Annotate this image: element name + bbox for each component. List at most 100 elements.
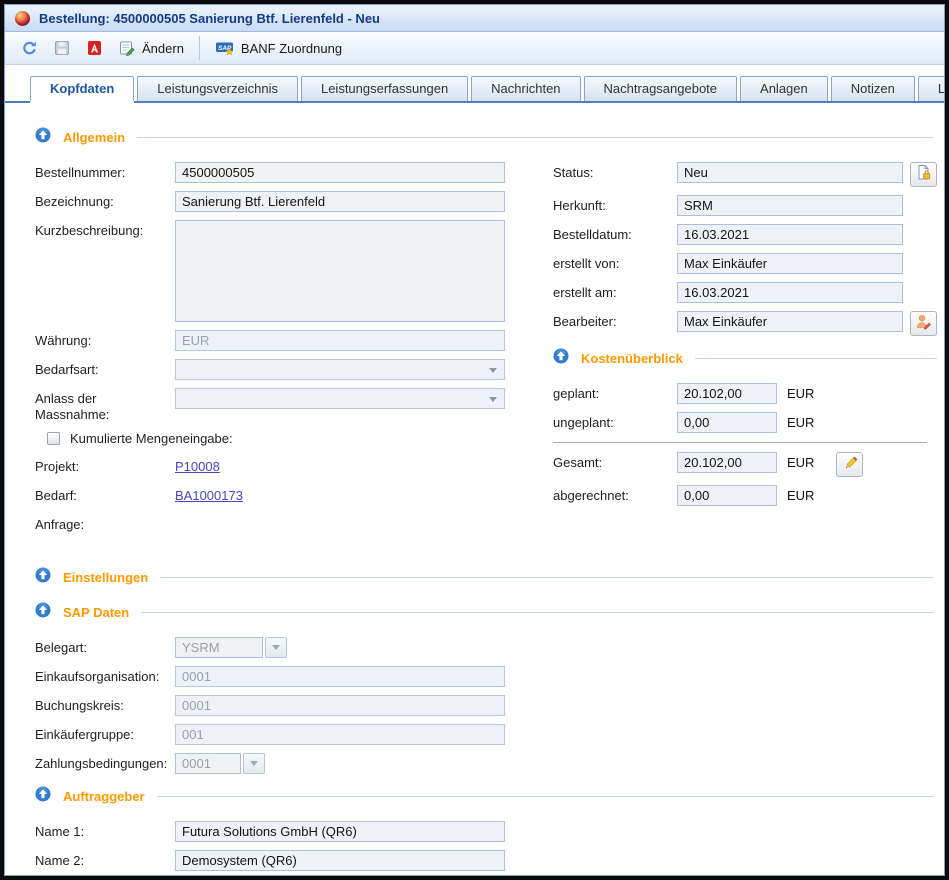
refresh-icon (21, 40, 38, 57)
aendern-button[interactable]: Ändern (111, 36, 192, 60)
field-row: Name 2: Demosystem (QR6) (35, 850, 934, 871)
chevron-down-icon[interactable] (243, 753, 265, 774)
tab-anlagen[interactable]: Anlagen (740, 76, 828, 101)
buchungskreis-select[interactable]: 0001 (175, 695, 505, 716)
field-row: abgerechnet: 0,00 EUR (553, 485, 937, 506)
ungeplant-label: ungeplant: (553, 412, 677, 431)
bestellnummer-label: Bestellnummer: (35, 162, 175, 181)
chevron-down-icon[interactable] (265, 637, 287, 658)
toolbar: Ändern SAP BANF Zuordnung (5, 32, 944, 65)
bedarf-link[interactable]: BA1000173 (175, 485, 243, 506)
section-header-kosten: Kostenüberblick (553, 348, 937, 369)
field-row: Status: Neu (553, 162, 937, 187)
field-row: Bearbeiter: Max Einkäufer (553, 311, 937, 336)
gesamt-currency: EUR (787, 452, 814, 473)
field-row: Bedarf: BA1000173 (35, 485, 553, 506)
field-row: Gesamt: 20.102,00 EUR (553, 452, 937, 477)
anlass-select[interactable] (175, 388, 505, 409)
projekt-label: Projekt: (35, 456, 175, 475)
bezeichnung-label: Bezeichnung: (35, 191, 175, 210)
tab-log[interactable]: Log (918, 76, 945, 101)
field-row: Herkunft: SRM (553, 195, 937, 216)
tab-nachrichten[interactable]: Nachrichten (471, 76, 580, 101)
field-row: Währung: EUR (35, 330, 553, 351)
section-collapse-icon[interactable] (35, 127, 51, 148)
title-bar: Bestellung: 4500000505 Sanierung Btf. Li… (5, 5, 944, 32)
kurzbeschreibung-field[interactable] (175, 220, 505, 322)
erstellt-am-label: erstellt am: (553, 282, 677, 301)
status-label: Status: (553, 162, 677, 181)
bestelldatum-field: 16.03.2021 (677, 224, 903, 245)
einkaufsorganisation-select[interactable]: 0001 (175, 666, 505, 687)
tab-leistungsverzeichnis[interactable]: Leistungsverzeichnis (137, 76, 298, 101)
field-row: erstellt von: Max Einkäufer (553, 253, 937, 274)
aendern-label: Ändern (142, 41, 184, 56)
save-icon (54, 40, 70, 56)
section-rule (695, 358, 937, 359)
field-row: Bedarfsart: (35, 359, 553, 380)
erstellt-von-field: Max Einkäufer (677, 253, 903, 274)
field-row: Projekt: P10008 (35, 456, 553, 477)
pencil-icon (842, 454, 858, 475)
banf-zuordnung-label: BANF Zuordnung (241, 41, 342, 56)
edit-note-icon (119, 40, 136, 56)
geplant-label: geplant: (553, 383, 677, 402)
field-row: Anfrage: (35, 514, 553, 533)
field-row: Buchungskreis: 0001 (35, 695, 934, 716)
erstellt-von-label: erstellt von: (553, 253, 677, 272)
chevron-down-icon (489, 397, 497, 402)
name1-field[interactable]: Futura Solutions GmbH (QR6) (175, 821, 505, 842)
tab-kopfdaten[interactable]: Kopfdaten (30, 76, 134, 101)
toolbar-separator (199, 36, 200, 60)
projekt-link[interactable]: P10008 (175, 456, 220, 477)
section-title-einstellungen: Einstellungen (63, 570, 148, 585)
field-row: Kurzbeschreibung: (35, 220, 553, 322)
gesamt-field: 20.102,00 (677, 452, 777, 473)
abgerechnet-currency: EUR (787, 485, 814, 506)
section-collapse-icon[interactable] (35, 786, 51, 807)
tab-notizen[interactable]: Notizen (831, 76, 915, 101)
window-title: Bestellung: 4500000505 Sanierung Btf. Li… (39, 11, 380, 26)
bestellnummer-field[interactable]: 4500000505 (175, 162, 505, 183)
buchungskreis-label: Buchungskreis: (35, 695, 175, 714)
kumulierte-checkbox[interactable] (47, 432, 60, 445)
banf-zuordnung-button[interactable]: SAP BANF Zuordnung (207, 36, 350, 60)
pdf-icon (86, 40, 103, 56)
geplant-currency: EUR (787, 383, 814, 404)
section-collapse-icon[interactable] (35, 567, 51, 588)
app-icon (15, 11, 30, 26)
save-button[interactable] (46, 36, 78, 60)
einkaufsorganisation-label: Einkaufsorganisation: (35, 666, 175, 685)
field-row: Einkaufsorganisation: 0001 (35, 666, 934, 687)
section-collapse-icon[interactable] (35, 602, 51, 623)
zahlungsbedingungen-label: Zahlungsbedingungen: (35, 753, 175, 772)
anlass-label: Anlass der Massnahme: (35, 388, 175, 423)
belegart-field[interactable]: YSRM (175, 637, 263, 658)
sap-icon: SAP (215, 40, 235, 56)
einkaeufergruppe-select[interactable]: 001 (175, 724, 505, 745)
edit-gesamt-button[interactable] (836, 452, 863, 477)
tab-nachtragsangebote[interactable]: Nachtragsangebote (584, 76, 737, 101)
bezeichnung-field[interactable]: Sanierung Btf. Lierenfeld (175, 191, 505, 212)
name2-field[interactable]: Demosystem (QR6) (175, 850, 505, 871)
pdf-button[interactable] (78, 36, 111, 60)
section-title-kosten: Kostenüberblick (581, 351, 683, 366)
zahlungsbedingungen-combo[interactable]: 0001 (175, 753, 265, 774)
allgemein-left-column: Bestellnummer: 4500000505 Bezeichnung: S… (35, 162, 553, 541)
section-header-sap-daten: SAP Daten (35, 602, 934, 623)
field-row: Name 1: Futura Solutions GmbH (QR6) (35, 821, 934, 842)
bedarfsart-select[interactable] (175, 359, 505, 380)
tab-leistungserfassungen[interactable]: Leistungserfassungen (301, 76, 468, 101)
change-bearbeiter-button[interactable] (910, 311, 937, 336)
belegart-label: Belegart: (35, 637, 175, 656)
name1-label: Name 1: (35, 821, 175, 840)
waehrung-select[interactable]: EUR (175, 330, 505, 351)
refresh-button[interactable] (13, 36, 46, 61)
field-row: Bezeichnung: Sanierung Btf. Lierenfeld (35, 191, 553, 212)
ungeplant-currency: EUR (787, 412, 814, 433)
status-history-button[interactable] (910, 162, 937, 187)
zahlungsbedingungen-field[interactable]: 0001 (175, 753, 241, 774)
belegart-combo[interactable]: YSRM (175, 637, 287, 658)
section-rule (160, 577, 934, 578)
section-collapse-icon[interactable] (553, 348, 569, 369)
